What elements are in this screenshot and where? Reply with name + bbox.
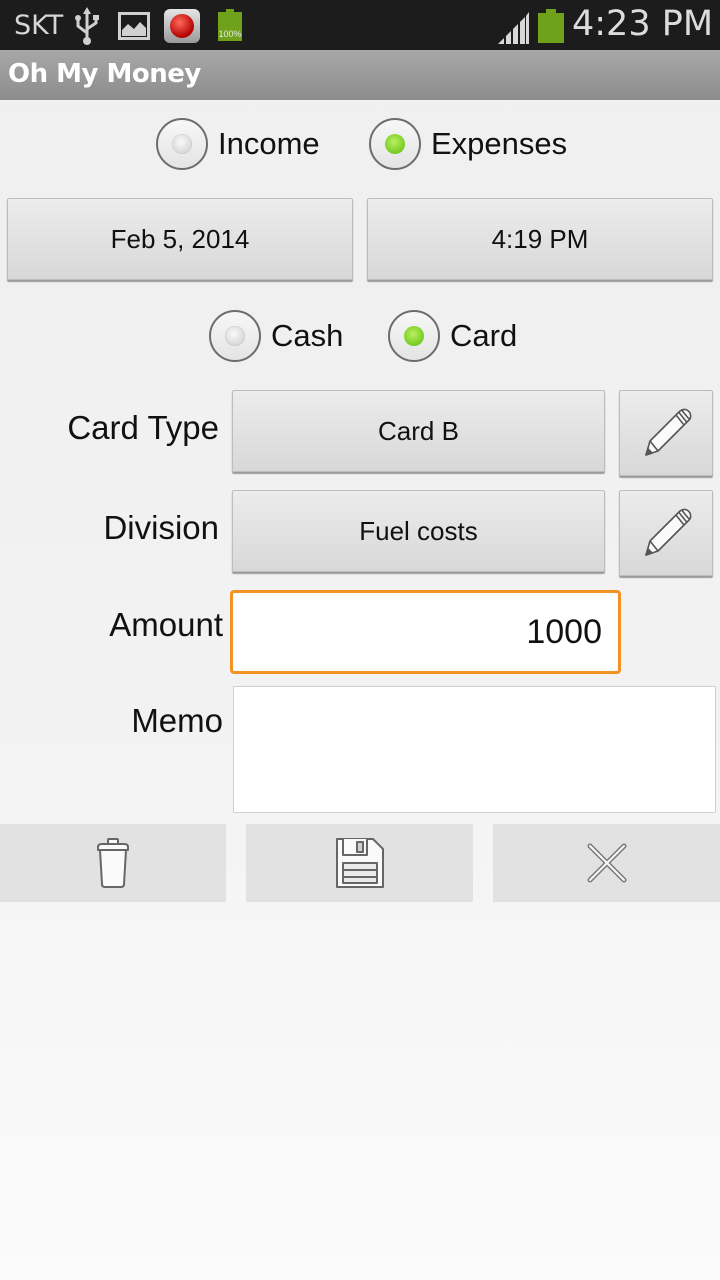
radio-cash[interactable]: Cash [209,310,343,362]
action-bar: Oh My Money [0,50,720,100]
floppy-disk-icon [335,838,384,888]
radio-cash-label: Cash [271,318,344,353]
signal-icon [498,12,529,44]
edit-card-type-button[interactable] [619,390,713,476]
radio-income[interactable]: Income [156,118,320,170]
radio-button-icon [388,310,440,362]
card-type-selector[interactable]: Card B [232,390,605,472]
memo-input[interactable] [233,686,716,813]
radio-expenses-label: Expenses [431,126,568,161]
edit-division-button[interactable] [619,490,713,576]
battery-percent: 100% [218,29,242,39]
card-type-label: Card Type [67,409,219,446]
status-bar: SKT 100% 4:23 PM [0,0,720,50]
radio-button-icon [209,310,261,362]
delete-button[interactable] [0,824,226,902]
battery-icon [538,9,564,43]
memo-label: Memo [131,702,223,739]
save-button[interactable] [246,824,473,902]
pencil-icon [645,408,692,456]
close-icon [587,843,626,883]
radio-income-label: Income [218,126,320,161]
date-button[interactable]: Feb 5, 2014 [7,198,353,280]
app-title: Oh My Money [8,59,201,89]
division-selector[interactable]: Fuel costs [232,490,605,572]
radio-expenses[interactable]: Expenses [369,118,567,170]
amount-label: Amount [109,606,223,643]
status-time: 4:23 PM [572,4,714,44]
carrier-name: SKT [14,10,64,41]
record-icon [164,9,200,43]
time-button[interactable]: 4:19 PM [367,198,713,280]
gallery-icon [118,12,150,40]
cancel-button[interactable] [493,824,720,902]
trash-icon [97,838,129,888]
battery-icon: 100% [218,9,242,41]
radio-button-icon [369,118,421,170]
radio-card[interactable]: Card [388,310,517,362]
radio-card-label: Card [450,318,518,353]
pencil-icon [645,508,692,556]
usb-icon [75,7,99,45]
amount-input[interactable]: 1000 [230,590,621,674]
radio-button-icon [156,118,208,170]
division-label: Division [103,509,219,546]
